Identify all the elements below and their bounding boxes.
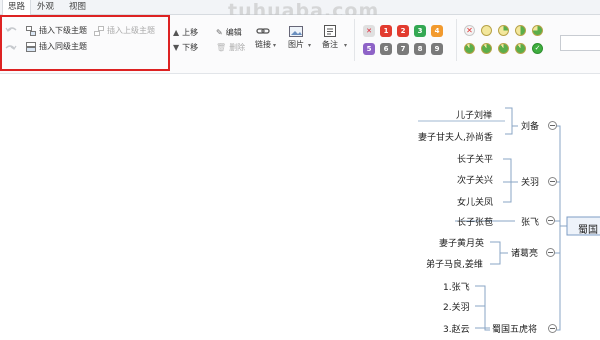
leaf-node[interactable]: 妻子甘夫人,孙尚香 bbox=[418, 130, 493, 143]
priority-badge[interactable]: 7 bbox=[397, 43, 409, 55]
priority-badge[interactable]: 8 bbox=[414, 43, 426, 55]
note-icon bbox=[324, 25, 336, 37]
progress-icon[interactable] bbox=[464, 43, 475, 54]
priority-badge[interactable]: 6 bbox=[380, 43, 392, 55]
leaf-node[interactable]: 长子张苞 bbox=[457, 215, 493, 228]
branch-node[interactable]: 蜀国五虎将 bbox=[492, 322, 537, 335]
priority-badge[interactable]: 9 bbox=[431, 43, 443, 55]
progress-icon[interactable] bbox=[515, 43, 526, 54]
tab-thinking[interactable]: 思路 bbox=[2, 0, 32, 15]
leaf-node[interactable]: 1.张飞 bbox=[443, 280, 470, 293]
clear-progress-icon[interactable]: ✕ bbox=[464, 25, 475, 36]
collapse-icon[interactable] bbox=[546, 216, 555, 225]
priority-badge[interactable]: 2 bbox=[397, 25, 409, 37]
link-dropdown-icon[interactable]: ▾ bbox=[273, 42, 276, 49]
image-label: 图片 bbox=[288, 40, 304, 49]
note-label: 备注 bbox=[322, 40, 338, 49]
priority-badge[interactable]: 1 bbox=[380, 25, 392, 37]
delete-label: 删除 bbox=[229, 43, 246, 52]
arrow-up-icon: ▲ bbox=[173, 28, 180, 37]
highlight-box bbox=[0, 15, 170, 71]
priority-badge[interactable]: ✕ bbox=[363, 25, 375, 37]
link-button[interactable]: 链接 bbox=[255, 25, 271, 50]
collapse-icon[interactable] bbox=[548, 121, 557, 130]
link-label: 链接 bbox=[255, 40, 271, 49]
leaf-node[interactable]: 儿子刘禅 bbox=[456, 108, 492, 121]
delete-button[interactable]: 🗑 删除 bbox=[216, 42, 245, 53]
progress-icon[interactable] bbox=[515, 25, 526, 36]
priority-badge[interactable]: 3 bbox=[414, 25, 426, 37]
priority-badge[interactable]: 5 bbox=[363, 43, 375, 55]
progress-icon[interactable] bbox=[498, 25, 509, 36]
leaf-node[interactable]: 2.关羽 bbox=[443, 300, 470, 313]
move-down-button[interactable]: ▼ 下移 bbox=[173, 42, 198, 53]
progress-icon[interactable] bbox=[498, 43, 509, 54]
divider bbox=[456, 19, 457, 61]
branch-node[interactable]: 关羽 bbox=[521, 175, 539, 188]
leaf-node[interactable]: 长子关平 bbox=[457, 152, 493, 165]
trash-icon: 🗑 bbox=[216, 43, 227, 52]
mindmap-connectors bbox=[418, 107, 600, 331]
image-dropdown-icon[interactable]: ▾ bbox=[308, 42, 311, 49]
edit-label: 编辑 bbox=[225, 28, 242, 37]
branch-node[interactable]: 诸葛亮 bbox=[511, 246, 538, 259]
collapse-icon[interactable] bbox=[548, 177, 557, 186]
mindmap-canvas: 儿子刘禅 妻子甘夫人,孙尚香 刘备 长子关平 次子关兴 女儿关凤 关羽 长子张苞… bbox=[0, 74, 600, 340]
arrow-down-icon: ▼ bbox=[173, 43, 180, 52]
priority-badge[interactable]: 4 bbox=[431, 25, 443, 37]
image-button[interactable]: 图片 bbox=[288, 25, 304, 50]
branch-node[interactable]: 刘备 bbox=[521, 119, 539, 132]
leaf-node[interactable]: 妻子黄月英 bbox=[439, 236, 484, 249]
root-node[interactable]: 蜀国 bbox=[578, 221, 598, 236]
image-icon bbox=[289, 26, 303, 37]
leaf-node[interactable]: 女儿关凤 bbox=[457, 195, 493, 208]
progress-icon[interactable] bbox=[481, 25, 492, 36]
pencil-icon: ✎ bbox=[216, 28, 223, 37]
complete-progress-icon[interactable]: ✓ bbox=[532, 43, 543, 54]
note-button[interactable]: 备注 bbox=[322, 25, 338, 50]
move-up-button[interactable]: ▲ 上移 bbox=[173, 27, 198, 38]
move-down-label: 下移 bbox=[182, 43, 199, 52]
search-input[interactable] bbox=[560, 35, 600, 51]
leaf-node[interactable]: 次子关兴 bbox=[457, 173, 493, 186]
link-icon bbox=[256, 28, 270, 34]
collapse-icon[interactable] bbox=[548, 324, 557, 333]
tab-view[interactable]: 视图 bbox=[64, 0, 91, 14]
leaf-node[interactable]: 弟子马良,姜维 bbox=[426, 257, 483, 270]
move-up-label: 上移 bbox=[182, 28, 199, 37]
divider bbox=[354, 19, 355, 61]
note-dropdown-icon[interactable]: ▾ bbox=[344, 42, 347, 49]
leaf-node[interactable]: 3.赵云 bbox=[443, 322, 470, 335]
branch-node[interactable]: 张飞 bbox=[521, 215, 539, 228]
tab-appearance[interactable]: 外观 bbox=[32, 0, 59, 14]
progress-icon[interactable] bbox=[532, 25, 543, 36]
edit-button[interactable]: ✎ 编辑 bbox=[216, 27, 242, 38]
collapse-icon[interactable] bbox=[546, 248, 555, 257]
progress-icon[interactable] bbox=[481, 43, 492, 54]
